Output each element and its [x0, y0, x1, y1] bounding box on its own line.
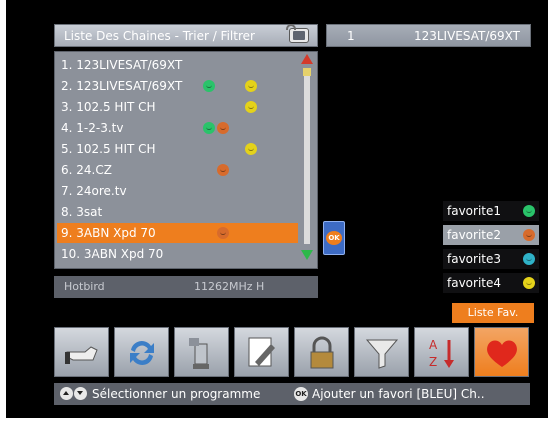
svg-text:Z: Z	[429, 355, 437, 369]
green-favorite-dot-icon	[523, 205, 535, 217]
hint-bar: Sélectionner un programme OK Ajouter un …	[54, 383, 530, 405]
filter-icon[interactable]	[354, 327, 409, 377]
current-channel-box: 1 123LIVESAT/69XT	[326, 24, 531, 47]
channel-row[interactable]: 9. 3ABN Xpd 70	[57, 223, 298, 243]
ok-icon: OK	[326, 231, 342, 245]
favorite-item[interactable]: favorite4	[443, 273, 539, 293]
channel-label: 4. 1-2-3.tv	[61, 121, 124, 135]
hint-select-text: Sélectionner un programme	[92, 387, 261, 401]
favorite-label: favorite4	[447, 276, 502, 290]
status-bar: Hotbird 11262MHz H	[54, 276, 318, 298]
channel-row[interactable]: 3. 102.5 HIT CH	[57, 97, 298, 117]
channel-label: 5. 102.5 HIT CH	[61, 142, 156, 156]
tv-screen: Liste Des Chaines - Trier / Filtrer 1 12…	[6, 0, 548, 418]
tv-icon	[286, 24, 309, 43]
channel-row[interactable]: 7. 24ore.tv	[57, 181, 298, 201]
heart-icon[interactable]	[474, 327, 529, 377]
cyan-favorite-dot-icon	[523, 253, 535, 265]
yellow-favorite-dot-icon	[245, 80, 257, 92]
channel-label: 3. 102.5 HIT CH	[61, 100, 156, 114]
green-favorite-dot-icon	[203, 122, 215, 134]
hint-add-text: Ajouter un favori [BLEU] Ch..	[312, 387, 485, 401]
favorite-item[interactable]: favorite1	[443, 201, 539, 221]
channel-list[interactable]: 1. 123LIVESAT/69XT 2. 123LIVESAT/69XT 3. 1…	[54, 51, 318, 269]
scroll-thumb[interactable]	[303, 68, 311, 76]
favorite-label: favorite1	[447, 204, 502, 218]
channel-label: 6. 24.CZ	[61, 163, 112, 177]
sort-az-icon[interactable]: AZ	[414, 327, 469, 377]
favorite-item[interactable]: favorite3	[443, 249, 539, 269]
up-down-arrows-icon	[60, 387, 88, 401]
ok-button[interactable]: OK	[323, 221, 345, 255]
satellite-name: Hotbird	[64, 280, 105, 293]
channel-label: 1. 123LIVESAT/69XT	[61, 58, 183, 72]
current-channel-name: 123LIVESAT/69XT	[413, 29, 520, 43]
hand-icon[interactable]	[54, 327, 109, 377]
current-channel-number: 1	[347, 29, 355, 43]
channel-row[interactable]: 2. 123LIVESAT/69XT	[57, 76, 298, 96]
channel-list-title: Liste Des Chaines - Trier / Filtrer	[64, 29, 255, 43]
channel-label: 10. 3ABN Xpd 70	[61, 247, 164, 261]
channel-row[interactable]: 1. 123LIVESAT/69XT	[57, 55, 298, 75]
ok-small-icon: OK	[294, 387, 308, 401]
yellow-favorite-dot-icon	[245, 101, 257, 113]
frequency-value: 11262MHz H	[194, 280, 265, 293]
channel-row[interactable]: 4. 1-2-3.tv	[57, 118, 298, 138]
favorite-label: favorite2	[447, 228, 502, 242]
channel-row[interactable]: 10. 3ABN Xpd 70	[57, 244, 298, 264]
refresh-icon[interactable]	[114, 327, 169, 377]
orange-favorite-dot-icon	[523, 229, 535, 241]
list-scrollbar[interactable]	[301, 54, 313, 266]
edit-icon[interactable]	[234, 327, 289, 377]
scroll-track[interactable]	[304, 76, 310, 244]
orange-favorite-dot-icon	[217, 227, 229, 239]
svg-text:A: A	[429, 338, 438, 352]
yellow-favorite-dot-icon	[245, 143, 257, 155]
orange-favorite-dot-icon	[217, 122, 229, 134]
channel-label: 8. 3sat	[61, 205, 103, 219]
toolbar: AZ	[54, 327, 530, 377]
channel-label: 7. 24ore.tv	[61, 184, 127, 198]
green-favorite-dot-icon	[203, 80, 215, 92]
channel-list-title-bar: Liste Des Chaines - Trier / Filtrer	[54, 24, 318, 47]
channel-label: 2. 123LIVESAT/69XT	[61, 79, 183, 93]
fav-list-button[interactable]: Liste Fav.	[452, 303, 534, 323]
scroll-up-arrow-icon[interactable]	[301, 54, 313, 64]
channel-row[interactable]: 8. 3sat	[57, 202, 298, 222]
channel-row[interactable]: 6. 24.CZ	[57, 160, 298, 180]
satellite-dish-icon[interactable]	[174, 327, 229, 377]
channel-label: 9. 3ABN Xpd 70	[61, 226, 156, 240]
favorite-label: favorite3	[447, 252, 502, 266]
lock-icon[interactable]	[294, 327, 349, 377]
orange-favorite-dot-icon	[217, 164, 229, 176]
favorite-item[interactable]: favorite2	[443, 225, 539, 245]
scroll-down-arrow-icon[interactable]	[301, 250, 313, 260]
channel-row[interactable]: 5. 102.5 HIT CH	[57, 139, 298, 159]
yellow-favorite-dot-icon	[523, 277, 535, 289]
